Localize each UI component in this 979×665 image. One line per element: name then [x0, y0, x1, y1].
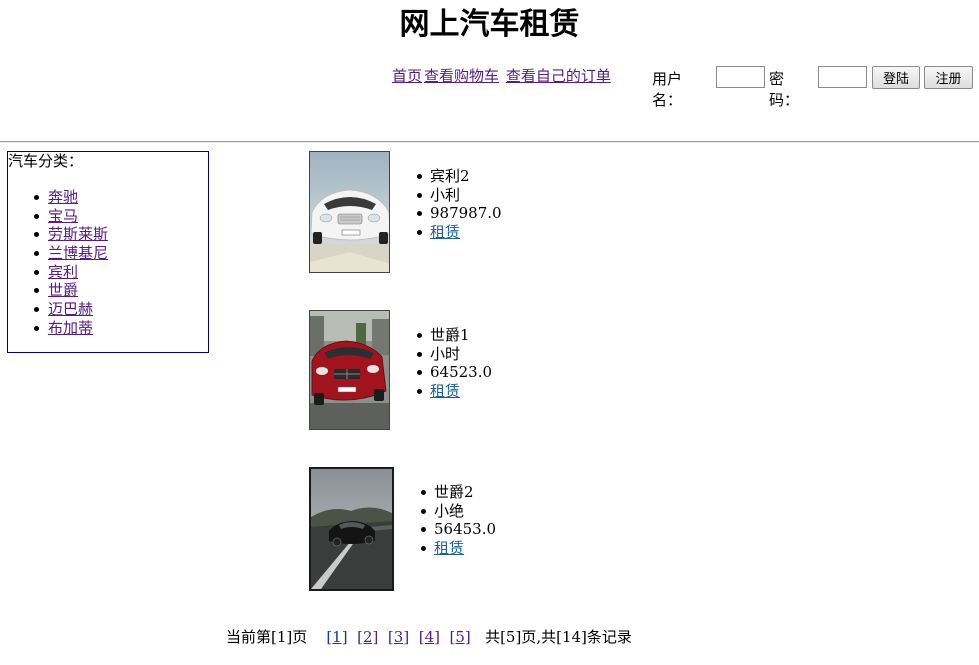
header-divider — [0, 141, 979, 143]
car-image-red-sedan[interactable] — [309, 310, 390, 430]
page-link-2[interactable]: [2] — [357, 628, 378, 646]
category-item: 世爵 — [33, 281, 108, 300]
category-item: 布加蒂 — [33, 319, 108, 338]
category-link-spyker[interactable]: 世爵 — [48, 281, 78, 299]
category-title: 汽车分类： — [8, 152, 84, 170]
page-link-4[interactable]: [4] — [419, 628, 440, 646]
category-link-lamborghini[interactable]: 兰博基尼 — [48, 244, 108, 262]
nav-home-link[interactable]: 首页 — [392, 67, 422, 85]
category-item: 宾利 — [33, 263, 108, 282]
car-price: 64523.0 — [416, 363, 493, 382]
category-item: 迈巴赫 — [33, 300, 108, 319]
category-link-bugatti[interactable]: 布加蒂 — [48, 319, 93, 337]
car-price: 987987.0 — [417, 204, 502, 223]
page-link-5[interactable]: [5] — [450, 628, 471, 646]
rent-link[interactable]: 租赁 — [434, 539, 464, 557]
site-title: 网上汽车租赁 — [399, 7, 580, 42]
car-info-1: 宾利2 小利 987987.0 租赁 — [417, 167, 502, 242]
car-name: 世爵1 — [416, 326, 492, 345]
car-image-black-car-road[interactable] — [309, 467, 394, 591]
category-item: 宝马 — [33, 207, 108, 226]
login-button[interactable]: 登陆 — [872, 66, 920, 89]
category-link-bentley[interactable]: 宾利 — [48, 263, 78, 281]
car-desc: 小利 — [417, 186, 502, 205]
category-link-benz[interactable]: 奔驰 — [48, 188, 78, 206]
car-info-3: 世爵2 小绝 56453.0 租赁 — [420, 483, 497, 558]
car-image-white-convertible[interactable] — [309, 151, 390, 273]
username-input[interactable] — [716, 66, 765, 88]
category-item: 劳斯莱斯 — [33, 225, 108, 244]
password-label: 密码： — [769, 70, 800, 109]
register-button[interactable]: 注册 — [924, 66, 973, 89]
page-link-1[interactable]: [1] — [326, 628, 347, 646]
nav-cart-link[interactable]: 查看购物车 — [424, 67, 499, 85]
category-link-rolls-royce[interactable]: 劳斯莱斯 — [48, 225, 108, 243]
rent-link[interactable]: 租赁 — [430, 382, 460, 400]
car-name: 宾利2 — [417, 167, 502, 186]
pager-summary: 共[5]页,共[14]条记录 — [485, 628, 632, 646]
pagination: 当前第[1]页 [1] [2] [3] [4] [5] 共[5]页,共[14]条… — [226, 626, 632, 647]
category-link-maybach[interactable]: 迈巴赫 — [48, 300, 93, 318]
car-rent-item: 租赁 — [416, 382, 492, 401]
car-rent-item: 租赁 — [417, 223, 502, 242]
top-nav: 首页 查看购物车 查看自己的订单 — [392, 65, 613, 86]
car-price: 56453.0 — [420, 520, 497, 539]
rent-link[interactable]: 租赁 — [430, 223, 460, 241]
nav-orders-link[interactable]: 查看自己的订单 — [506, 67, 611, 85]
category-item: 奔驰 — [33, 188, 108, 207]
category-link-bmw[interactable]: 宝马 — [48, 207, 78, 225]
car-name: 世爵2 — [420, 483, 496, 502]
category-item: 兰博基尼 — [33, 244, 108, 263]
pager-current: 当前第[1]页 — [226, 628, 308, 646]
car-info-2: 世爵1 小时 64523.0 租赁 — [416, 326, 493, 401]
car-desc: 小绝 — [420, 502, 496, 521]
password-input[interactable] — [818, 66, 867, 88]
page-link-3[interactable]: [3] — [388, 628, 409, 646]
username-label: 用户名： — [652, 70, 683, 109]
category-panel: 汽车分类： 奔驰 宝马 劳斯莱斯 兰博基尼 宾利 世爵 迈巴赫 布加蒂 — [7, 151, 209, 353]
car-rent-item: 租赁 — [420, 539, 496, 558]
car-desc: 小时 — [416, 345, 492, 364]
category-list: 奔驰 宝马 劳斯莱斯 兰博基尼 宾利 世爵 迈巴赫 布加蒂 — [33, 188, 108, 338]
